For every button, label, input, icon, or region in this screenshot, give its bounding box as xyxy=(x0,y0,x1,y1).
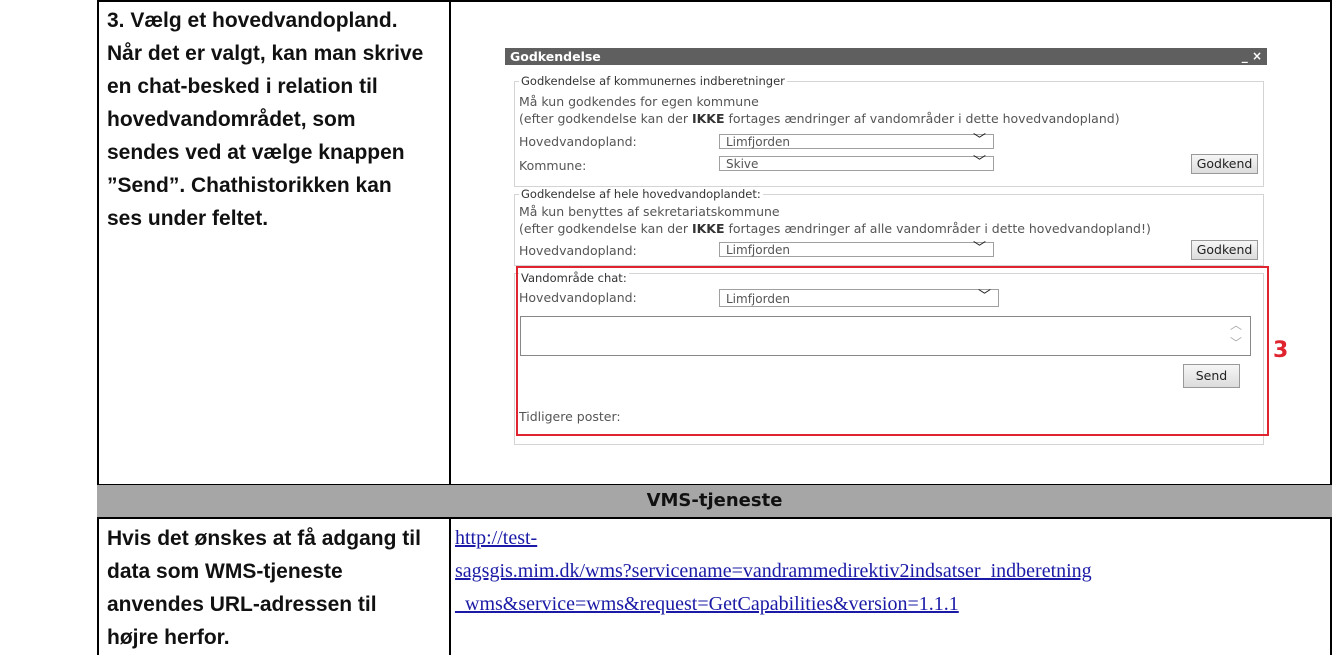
step-line: ”Send”. Chathistorikken kan xyxy=(107,174,392,197)
dialog-title-bar: Godkendelse _ × xyxy=(505,48,1267,65)
wms-url-line: http://test- xyxy=(455,527,538,549)
wms-url-line: sagsgis.mim.dk/wms?servicename=vandramme… xyxy=(455,560,1092,582)
kommune-select[interactable]: Skive ﹀ xyxy=(719,155,994,171)
wms-description: Hvis det ønskes at få adgang til data so… xyxy=(107,522,421,654)
chevron-down-icon: ﹀ xyxy=(972,155,986,170)
table-row-border xyxy=(97,517,1332,519)
hovedvandopland-select[interactable]: Limfjorden ﹀ xyxy=(719,241,994,257)
wms-url-line: _wms&service=wms&request=GetCapabilities… xyxy=(455,593,959,615)
group-legend: Godkendelse af hele hovedvandoplandet: xyxy=(519,187,763,201)
group-legend: Godkendelse af kommunernes indberetninge… xyxy=(519,74,787,88)
dialog-title: Godkendelse xyxy=(510,49,601,64)
table-column-divider xyxy=(449,0,451,485)
table-column-divider xyxy=(449,518,451,655)
wms-line: Hvis det ønskes at få adgang til xyxy=(107,527,421,550)
step-description: 3. Vælg et hovedvandopland. Når det er v… xyxy=(107,4,423,235)
field-label: Hovedvandopland: xyxy=(519,243,637,258)
chevron-down-icon: ﹀ xyxy=(972,133,986,148)
step-line: Når det er valgt, kan man skrive xyxy=(107,42,424,65)
step-line: ses under feltet. xyxy=(107,207,269,230)
chevron-down-icon: ﹀ xyxy=(972,241,986,256)
table-left-border xyxy=(97,0,99,655)
window-controls[interactable]: _ × xyxy=(1242,48,1262,65)
step-annotation: 3 xyxy=(1273,338,1289,363)
hovedvandopland-select[interactable]: Limfjorden ﹀ xyxy=(719,133,994,149)
step-line: hovedvandområdet, som xyxy=(107,108,356,131)
restriction-text: Må kun godkendes for egen kommune xyxy=(519,94,759,109)
table-top-border xyxy=(97,0,1332,2)
step-line: en chat-besked i relation til xyxy=(107,75,378,98)
wms-url-link[interactable]: http://test- sagsgis.mim.dk/wms?servicen… xyxy=(455,522,1092,621)
chat-highlight-box xyxy=(516,266,1269,436)
field-label: Hovedvandopland: xyxy=(519,134,637,149)
warning-text: (efter godkendelse kan der IKKE fortages… xyxy=(519,111,1120,126)
wms-line: højre herfor. xyxy=(107,626,230,649)
field-label: Kommune: xyxy=(519,158,587,173)
approve-catchment-button[interactable]: Godkend xyxy=(1191,240,1258,260)
approve-municipality-button[interactable]: Godkend xyxy=(1191,154,1258,174)
wms-line: data som WMS-tjeneste xyxy=(107,560,343,583)
step-line: sendes ved at vælge knappen xyxy=(107,141,405,164)
warning-text: (efter godkendelse kan der IKKE fortages… xyxy=(519,221,1151,236)
restriction-text: Må kun benyttes af sekretariatskommune xyxy=(519,204,780,219)
section-title: VMS-tjeneste xyxy=(646,490,783,511)
wms-line: anvendes URL-adressen til xyxy=(107,593,377,616)
step-line: 3. Vælg et hovedvandopland. xyxy=(107,9,398,32)
